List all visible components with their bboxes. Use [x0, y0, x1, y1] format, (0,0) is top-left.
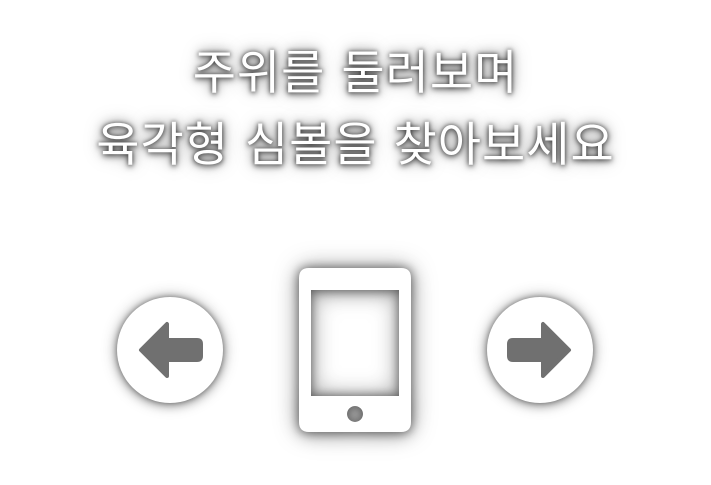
instruction-text: 주위를 둘러보며 육각형 심볼을 찾아보세요: [0, 38, 711, 182]
previous-button[interactable]: [117, 297, 223, 403]
ar-guide-overlay: 주위를 둘러보며 육각형 심볼을 찾아보세요: [0, 0, 711, 485]
next-button[interactable]: [487, 297, 593, 403]
tablet-icon: [299, 268, 411, 432]
arrow-right-icon: [507, 322, 571, 378]
arrow-left-icon: [139, 322, 203, 378]
instruction-line-1: 주위를 둘러보며: [192, 46, 519, 101]
instruction-line-2: 육각형 심볼을 찾아보세요: [96, 118, 615, 173]
